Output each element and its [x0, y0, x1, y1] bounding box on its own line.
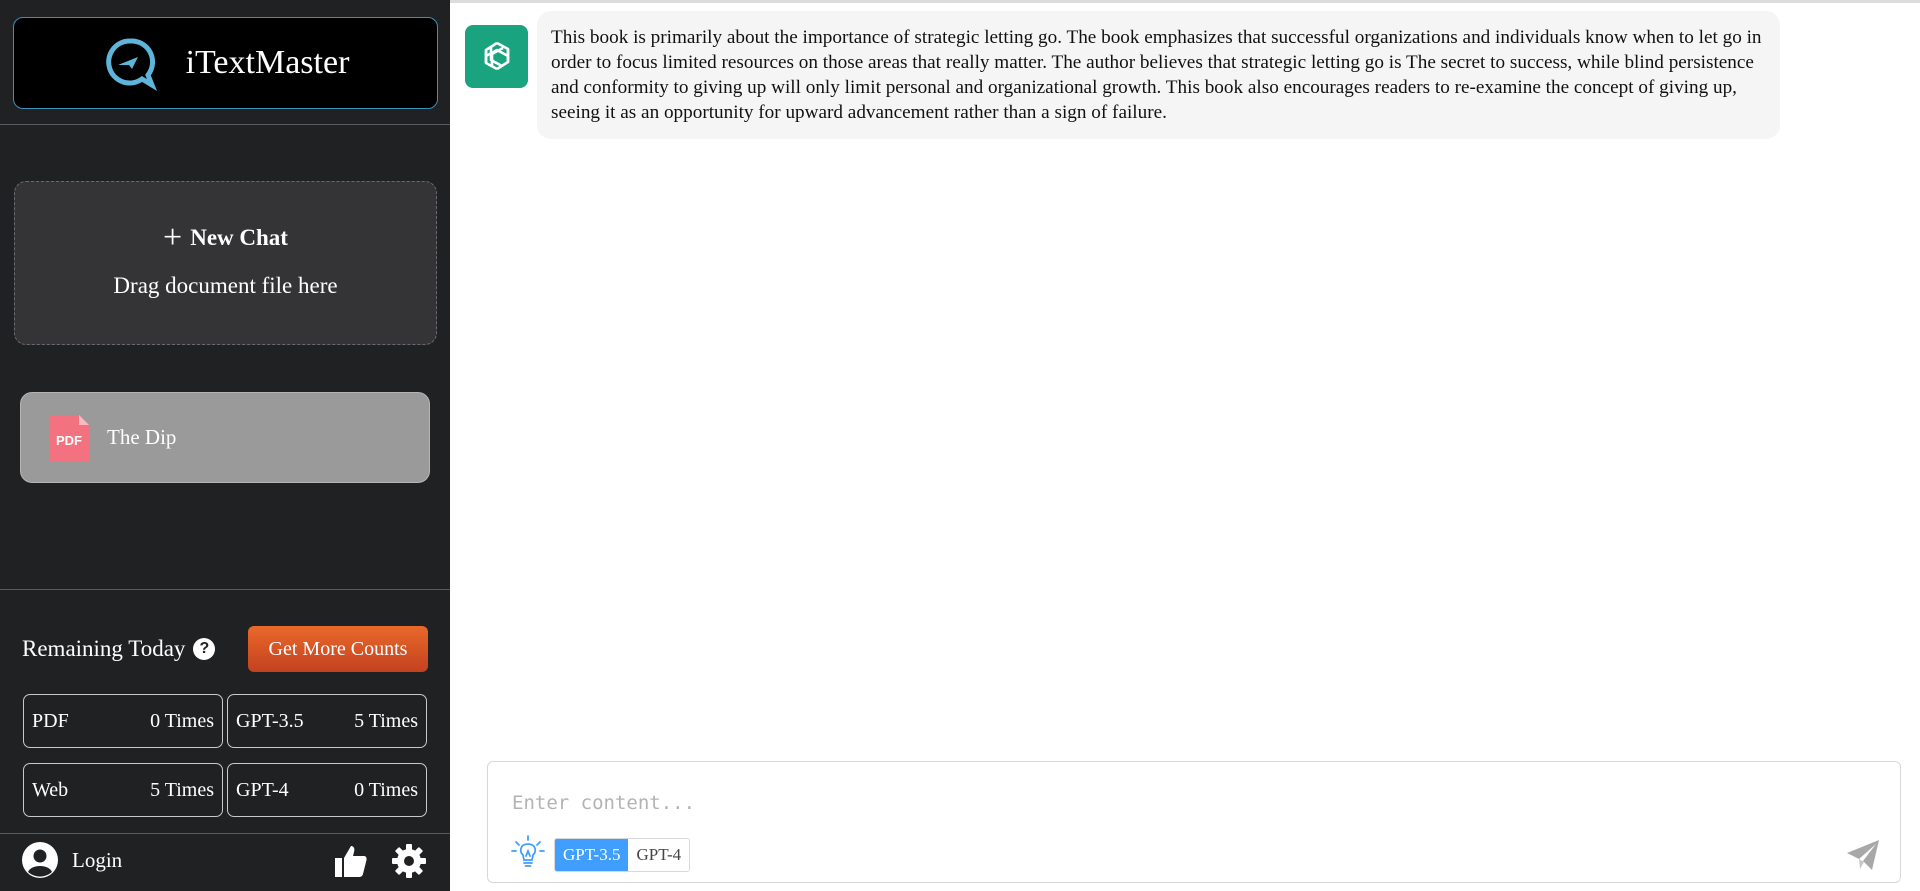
count-gpt4: GPT-4 0 Times	[227, 763, 427, 817]
new-chat-label: New Chat	[190, 225, 288, 250]
logo-icon	[105, 38, 157, 91]
divider	[0, 124, 450, 125]
login-label: Login	[72, 847, 123, 872]
model-selector: GPT-3.5 GPT-4	[554, 838, 691, 872]
divider	[0, 589, 450, 590]
divider	[0, 833, 450, 834]
message-composer: GPT-3.5 GPT-4	[487, 761, 1901, 883]
count-value: 5 Times	[354, 709, 418, 732]
model-option-gpt4[interactable]: GPT-4	[628, 839, 690, 871]
count-label: GPT-4	[236, 778, 289, 801]
new-chat-button[interactable]: + New Chat	[15, 219, 436, 256]
count-label: GPT-3.5	[236, 709, 304, 732]
message-input[interactable]	[512, 792, 1812, 814]
document-item[interactable]: PDF The Dip	[20, 392, 430, 483]
app-logo[interactable]: iTextMaster	[13, 17, 438, 109]
new-chat-dropzone[interactable]: + New Chat Drag document file here	[14, 181, 437, 345]
help-icon[interactable]: ?	[193, 638, 216, 660]
remaining-label: Remaining Today	[22, 636, 186, 661]
model-option-gpt35[interactable]: GPT-3.5	[555, 839, 629, 871]
count-pdf: PDF 0 Times	[23, 694, 223, 748]
user-icon	[22, 842, 58, 878]
lightbulb-icon[interactable]	[510, 834, 546, 870]
count-value: 5 Times	[150, 778, 214, 801]
count-label: PDF	[32, 709, 69, 732]
get-more-counts-button[interactable]: Get More Counts	[248, 626, 428, 672]
count-web: Web 5 Times	[23, 763, 223, 817]
thumbs-up-icon[interactable]	[333, 843, 369, 879]
count-gpt35: GPT-3.5 5 Times	[227, 694, 427, 748]
sidebar: iTextMaster + New Chat Drag document fil…	[0, 0, 450, 891]
login-button[interactable]: Login	[22, 842, 122, 878]
remaining-today: Remaining Today ?	[22, 636, 216, 662]
assistant-message: This book is primarily about the importa…	[537, 11, 1780, 139]
openai-icon	[484, 41, 509, 70]
send-icon[interactable]	[1845, 838, 1881, 872]
count-label: Web	[32, 778, 69, 801]
drag-hint: Drag document file here	[113, 273, 338, 298]
document-name: The Dip	[107, 425, 177, 449]
count-value: 0 Times	[354, 778, 418, 801]
pdf-badge-text: PDF	[56, 433, 82, 448]
settings-gear-icon[interactable]	[391, 843, 427, 879]
pdf-file-icon: PDF	[49, 414, 89, 461]
count-value: 0 Times	[150, 709, 214, 732]
assistant-avatar	[465, 25, 528, 88]
plus-icon: +	[163, 219, 183, 256]
app-name: iTextMaster	[185, 44, 350, 81]
